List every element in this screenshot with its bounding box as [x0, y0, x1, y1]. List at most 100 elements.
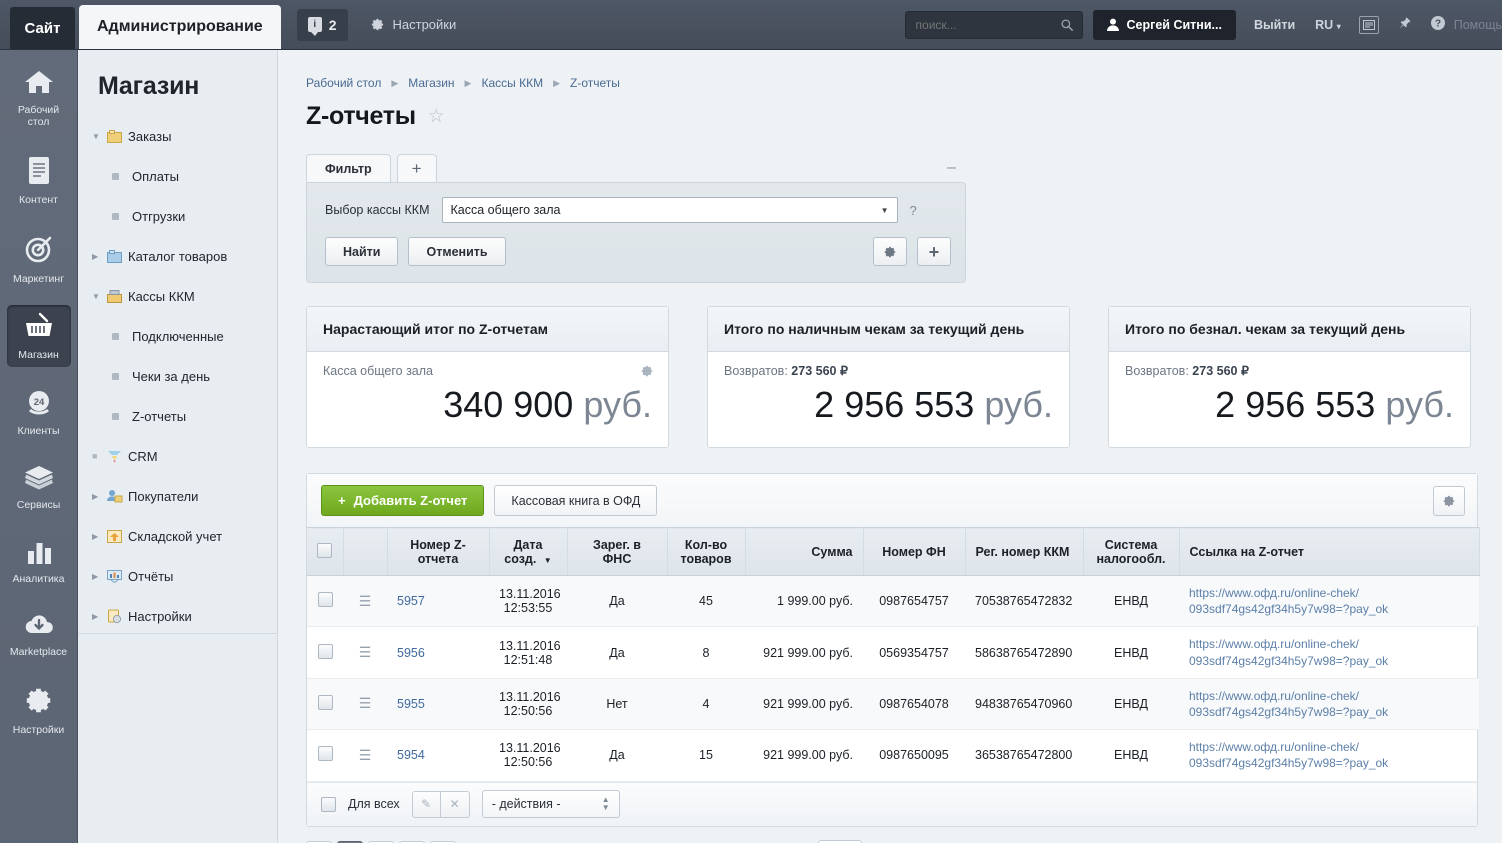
cell-report-number[interactable]: 5956 [387, 626, 489, 679]
collapse-filter-button[interactable]: – [947, 159, 956, 177]
cell-link[interactable]: https://www.офд.ru/online-chek/ 093sdf74… [1179, 729, 1479, 782]
topbar-settings-button[interactable]: Настройки [370, 17, 456, 32]
row-menu-icon[interactable]: ☰ [359, 645, 372, 659]
sidebar-item-orders[interactable]: ▼ Заказы [78, 116, 277, 156]
star-icon[interactable]: ☆ [428, 105, 445, 128]
cell-link[interactable]: https://www.офд.ru/online-chek/ 093sdf74… [1179, 678, 1479, 731]
header-fns-registered[interactable]: Зарег. в ФНС [567, 527, 668, 576]
breadcrumb-item-2[interactable]: Кассы ККМ [481, 76, 543, 90]
table-row[interactable]: ☰ 5955 13.11.2016 12:50:56 Нет 4 921 999… [307, 678, 1479, 731]
header-select-all[interactable] [307, 527, 344, 576]
cell-report-number[interactable]: 5957 [387, 575, 489, 628]
row-checkbox-cell[interactable] [307, 729, 343, 782]
report-number-link[interactable]: 5954 [397, 748, 425, 762]
zreport-link-part1[interactable]: https://www.офд.ru/online-chek/ [1189, 739, 1469, 755]
report-number-link[interactable]: 5956 [397, 646, 425, 660]
sidebar-item-warehouse[interactable]: ▶ Складской учет [78, 516, 277, 556]
sidebar-item-catalog[interactable]: ▶ Каталог товаров [78, 236, 277, 276]
search-box[interactable] [904, 10, 1083, 39]
chevron-down-icon[interactable]: ▼ [92, 292, 106, 301]
cell-report-number[interactable]: 5955 [387, 678, 489, 731]
logout-button[interactable]: Выйти [1254, 18, 1295, 32]
row-checkbox[interactable] [317, 694, 333, 710]
rail-item-desktop[interactable]: Рабочий стол [7, 62, 71, 135]
bulk-actions-select[interactable]: - действия - ▲ ▼ [481, 790, 620, 818]
header-sum[interactable]: Сумма [745, 527, 864, 576]
card-gear-button[interactable] [640, 364, 654, 381]
sidebar-item-payments[interactable]: Оплаты [78, 156, 277, 196]
header-report-number[interactable]: Номер Z-отчета [387, 527, 490, 576]
cell-link[interactable]: https://www.офд.ru/online-chek/ 093sdf74… [1179, 575, 1479, 628]
rail-item-services[interactable]: Сервисы [7, 458, 71, 518]
select-all-checkbox[interactable] [317, 542, 333, 558]
row-checkbox[interactable] [317, 746, 333, 762]
zreport-link-part1[interactable]: https://www.офд.ru/online-chek/ [1189, 636, 1469, 652]
rail-item-content[interactable]: Контент [7, 149, 71, 213]
chevron-right-icon[interactable]: ▶ [92, 572, 106, 581]
zreport-link-part2[interactable]: 093sdf74gs42gf34h5y7w98=?pay_ok [1189, 704, 1469, 720]
row-checkbox[interactable] [317, 592, 333, 608]
table-row[interactable]: ☰ 5956 13.11.2016 12:51:48 Да 8 921 999.… [307, 626, 1479, 679]
zreport-link-part2[interactable]: 093sdf74gs42gf34h5y7w98=?pay_ok [1189, 601, 1469, 617]
stepper-icon[interactable]: ▲ ▼ [602, 796, 610, 812]
zreport-link-part1[interactable]: https://www.офд.ru/online-chek/ [1189, 688, 1469, 704]
sidebar-item-customers[interactable]: ▶ Покупатели [78, 476, 277, 516]
ofd-cashbook-button[interactable]: Кассовая книга в ОФД [494, 485, 658, 516]
chevron-right-icon[interactable]: ▶ [92, 532, 106, 541]
sidebar-item-zreports[interactable]: Z-отчеты [78, 396, 277, 436]
report-number-link[interactable]: 5957 [397, 594, 425, 608]
row-menu-cell[interactable]: ☰ [343, 678, 387, 731]
row-menu-icon[interactable]: ☰ [359, 748, 372, 762]
row-menu-cell[interactable]: ☰ [343, 729, 387, 782]
find-button[interactable]: Найти [325, 237, 399, 266]
row-checkbox-cell[interactable] [307, 678, 343, 731]
row-menu-icon[interactable]: ☰ [359, 696, 372, 710]
tab-admin[interactable]: Администрирование [79, 5, 281, 49]
zreport-link-part1[interactable]: https://www.офд.ru/online-chek/ [1189, 585, 1469, 601]
breadcrumb-item-1[interactable]: Магазин [408, 76, 454, 90]
row-menu-cell[interactable]: ☰ [343, 575, 387, 628]
rail-item-shop[interactable]: Магазин [6, 305, 71, 368]
help-label[interactable]: Помощь [1454, 18, 1502, 32]
tab-site[interactable]: Сайт [10, 7, 75, 49]
header-date-created[interactable]: Дата созд. ▼ [489, 527, 568, 576]
filter-add-button[interactable]: + [917, 237, 951, 266]
search-icon[interactable] [1060, 18, 1074, 32]
tab-filter[interactable]: Фильтр [306, 154, 391, 183]
select-all-footer-checkbox[interactable] [321, 796, 336, 812]
rail-item-analytics[interactable]: Аналитика [7, 532, 71, 592]
search-input[interactable] [915, 17, 1056, 32]
row-menu-icon[interactable]: ☰ [359, 594, 372, 608]
edit-selected-button[interactable]: ✎ [411, 790, 441, 818]
row-checkbox-cell[interactable] [307, 575, 343, 628]
rail-item-marketing[interactable]: Маркетинг [7, 227, 71, 291]
header-report-link[interactable]: Ссылка на Z-отчет [1179, 527, 1480, 576]
table-row[interactable]: ☰ 5954 13.11.2016 12:50:56 Да 15 921 999… [307, 729, 1479, 782]
panel-toggle-button[interactable] [1358, 15, 1379, 34]
row-menu-cell[interactable]: ☰ [343, 626, 387, 679]
filter-help-icon[interactable]: ? [910, 203, 917, 218]
pin-button[interactable] [1397, 16, 1412, 34]
help-button[interactable]: ? [1430, 15, 1446, 34]
chevron-down-icon[interactable]: ▼ [92, 132, 106, 141]
row-checkbox-cell[interactable] [307, 626, 343, 679]
header-item-count[interactable]: Кол-во товаров [667, 527, 746, 576]
table-settings-button[interactable] [1433, 485, 1465, 516]
table-row[interactable]: ☰ 5957 13.11.2016 12:53:55 Да 45 1 999.0… [307, 575, 1479, 628]
zreport-link-part2[interactable]: 093sdf74gs42gf34h5y7w98=?pay_ok [1189, 653, 1469, 669]
language-switcher[interactable]: RU ▾ [1315, 18, 1341, 32]
sidebar-item-shipments[interactable]: Отгрузки [78, 196, 277, 236]
sidebar-item-crm[interactable]: ■ CRM [78, 436, 277, 476]
chevron-right-icon[interactable]: ▶ [92, 252, 106, 261]
per-page-select[interactable]: 20 ▲▼ [817, 839, 862, 843]
header-tax-system[interactable]: Система налогообл. [1083, 527, 1180, 576]
header-fn-number[interactable]: Номер ФН [863, 527, 966, 576]
sidebar-item-shop-settings[interactable]: ▶ Настройки [78, 596, 277, 636]
sidebar-item-cashboxes[interactable]: ▼ Кассы ККМ [78, 276, 277, 316]
zreport-link-part2[interactable]: 093sdf74gs42gf34h5y7w98=?pay_ok [1189, 755, 1469, 771]
row-checkbox[interactable] [317, 643, 333, 659]
add-zreport-button[interactable]: + Добавить Z-отчет [321, 485, 485, 516]
sidebar-item-daily-receipts[interactable]: Чеки за день [78, 356, 277, 396]
sidebar-item-reports[interactable]: ▶ Отчёты [78, 556, 277, 596]
rail-item-clients[interactable]: 24 Клиенты [7, 381, 71, 443]
